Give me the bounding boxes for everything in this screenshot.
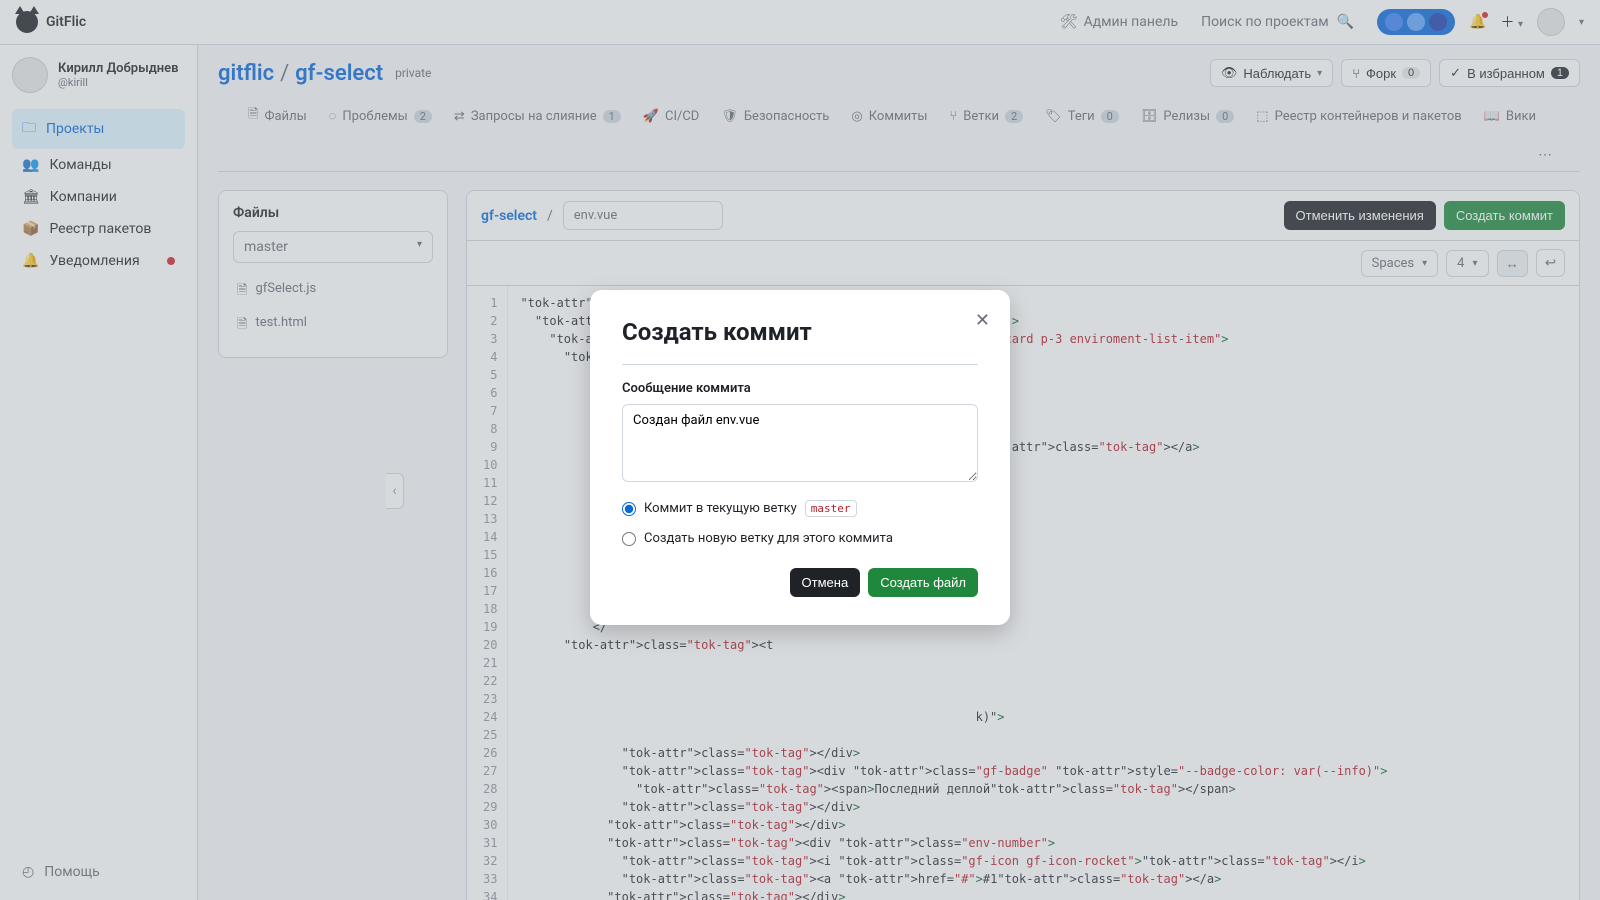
radio-current-input[interactable]: [622, 502, 636, 516]
modal-overlay[interactable]: ✕ Создать коммит Сообщение коммита Созда…: [0, 0, 1600, 900]
radio-current-branch[interactable]: Коммит в текущую ветку master: [622, 500, 978, 517]
radio-new-input[interactable]: [622, 532, 636, 546]
branch-chip: master: [805, 500, 857, 517]
radio-label: Создать новую ветку для этого коммита: [644, 531, 893, 546]
create-file-button[interactable]: Создать файл: [868, 568, 978, 597]
create-commit-modal: ✕ Создать коммит Сообщение коммита Созда…: [590, 290, 1010, 625]
modal-title: Создать коммит: [622, 318, 978, 346]
commit-message-label: Сообщение коммита: [622, 381, 978, 396]
radio-new-branch[interactable]: Создать новую ветку для этого коммита: [622, 531, 978, 546]
cancel-button[interactable]: Отмена: [790, 568, 861, 597]
radio-label: Коммит в текущую ветку: [644, 501, 797, 516]
close-icon[interactable]: ✕: [975, 310, 990, 331]
commit-message-input[interactable]: Создан файл env.vue: [622, 404, 978, 482]
